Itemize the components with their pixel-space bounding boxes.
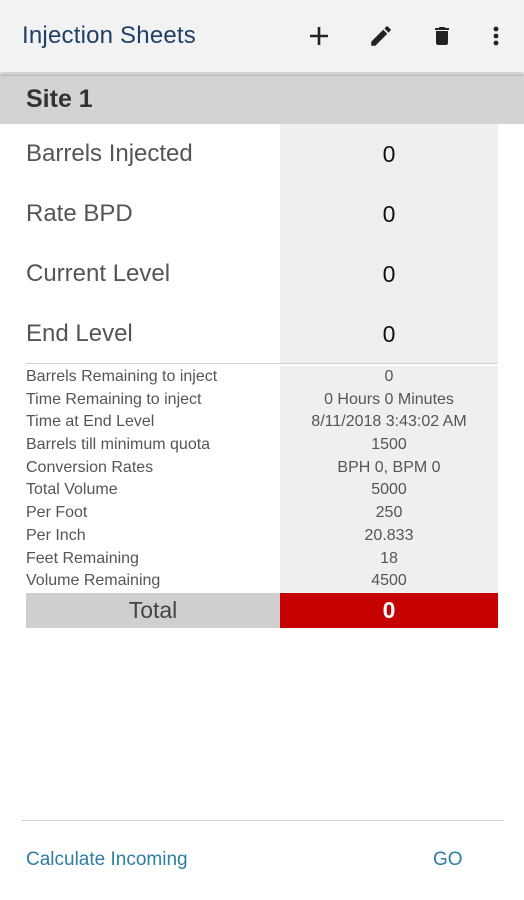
detail-value: 0 xyxy=(280,366,498,389)
detail-label: Time Remaining to inject xyxy=(26,390,202,408)
table-row: Per Foot 250 xyxy=(26,502,498,525)
detail-label: Barrels Remaining to inject xyxy=(26,368,218,385)
detail-value: 20.833 xyxy=(280,524,498,548)
details-table: Barrels Remaining to inject 0 Time Remai… xyxy=(26,366,498,593)
total-value: 0 xyxy=(280,593,498,628)
footer-divider xyxy=(22,820,504,821)
detail-label: Volume Remaining xyxy=(26,572,161,590)
detail-label: Barrels till minimum quota xyxy=(26,436,211,454)
total-row: Total 0 xyxy=(26,593,498,628)
app-bar: Injection Sheets xyxy=(0,0,524,72)
table-row: Feet Remaining 18 xyxy=(26,547,498,571)
detail-value: 8/11/2018 3:43:02 AM xyxy=(280,411,498,435)
table-row: Barrels Remaining to inject 0 xyxy=(26,366,498,389)
current-level-label: Current Level xyxy=(26,260,171,287)
site-header: Site 1 xyxy=(0,74,524,124)
rate-bpd-input[interactable]: 0 xyxy=(280,184,498,244)
total-label: Total xyxy=(26,593,280,628)
table-row: Barrels Injected 0 xyxy=(26,124,498,184)
table-row: Barrels till minimum quota 1500 xyxy=(26,434,498,457)
edit-icon[interactable] xyxy=(365,20,397,52)
detail-value: 5000 xyxy=(280,479,498,503)
primary-values-table: Barrels Injected 0 Rate BPD 0 Current Le… xyxy=(26,124,498,364)
current-level-input[interactable]: 0 xyxy=(280,244,498,304)
table-row: Rate BPD 0 xyxy=(26,184,498,244)
end-level-input[interactable]: 0 xyxy=(280,304,498,364)
app-title: Injection Sheets xyxy=(22,22,196,49)
section-divider xyxy=(26,363,498,364)
table-row: End Level 0 xyxy=(26,304,498,364)
more-vert-icon[interactable] xyxy=(480,20,512,52)
detail-value: BPH 0, BPM 0 xyxy=(280,456,498,480)
detail-label: Per Inch xyxy=(26,526,86,544)
end-level-label: End Level xyxy=(26,320,133,347)
delete-icon[interactable] xyxy=(426,20,458,52)
site-title: Site 1 xyxy=(26,85,93,113)
table-row: Conversion Rates BPH 0, BPM 0 xyxy=(26,456,498,480)
detail-label: Conversion Rates xyxy=(26,458,154,476)
detail-value: 250 xyxy=(280,502,498,525)
table-row: Total Volume 5000 xyxy=(26,479,498,503)
detail-value: 18 xyxy=(280,547,498,571)
barrels-injected-input[interactable]: 0 xyxy=(280,124,498,184)
detail-label: Feet Remaining xyxy=(26,549,139,567)
go-button[interactable]: GO xyxy=(433,849,463,871)
table-row: Current Level 0 xyxy=(26,244,498,304)
add-icon[interactable] xyxy=(303,20,335,52)
table-row: Per Inch 20.833 xyxy=(26,524,498,548)
table-row: Time Remaining to inject 0 Hours 0 Minut… xyxy=(26,388,498,412)
calculate-incoming-button[interactable]: Calculate Incoming xyxy=(26,849,188,871)
detail-value: 1500 xyxy=(280,434,498,457)
table-row: Volume Remaining 4500 xyxy=(26,570,498,593)
detail-label: Time at End Level xyxy=(26,413,155,431)
barrels-injected-label: Barrels Injected xyxy=(26,140,193,167)
detail-value: 4500 xyxy=(280,570,498,593)
detail-label: Total Volume xyxy=(26,481,118,499)
detail-label: Per Foot xyxy=(26,504,88,522)
table-row: Time at End Level 8/11/2018 3:43:02 AM xyxy=(26,411,498,435)
rate-bpd-label: Rate BPD xyxy=(26,200,133,227)
detail-value: 0 Hours 0 Minutes xyxy=(280,388,498,412)
